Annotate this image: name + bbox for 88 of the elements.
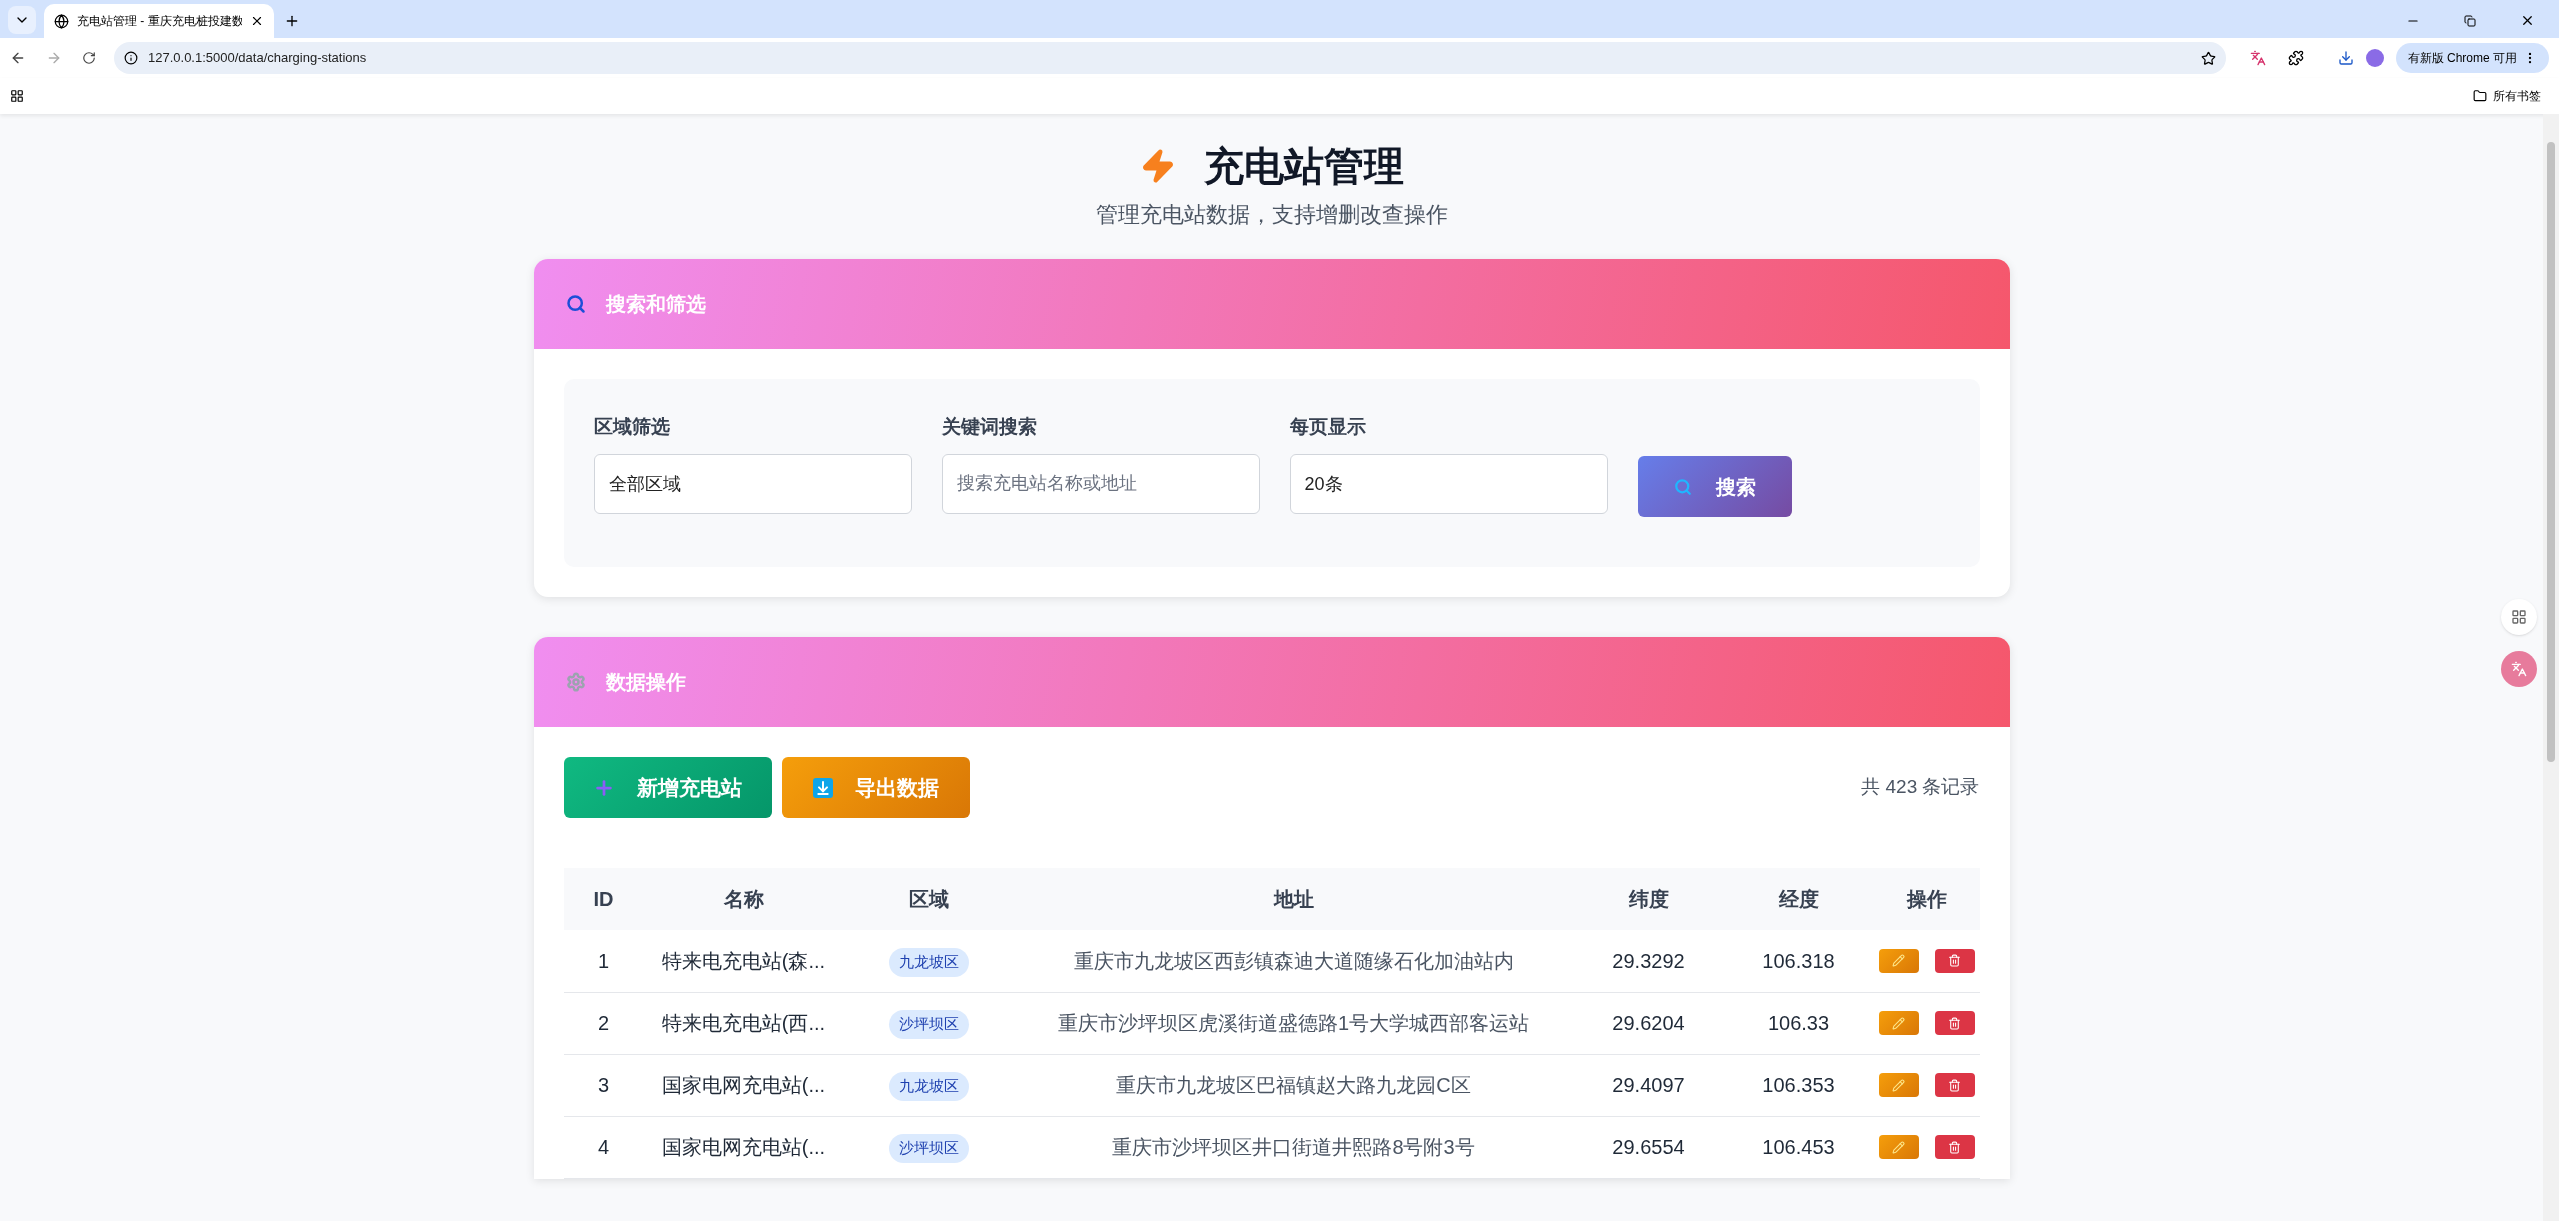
bookmarks-label[interactable]: 所有书签 bbox=[2493, 87, 2541, 105]
translate-extension-icon[interactable] bbox=[2249, 50, 2266, 66]
table-cell: 4 bbox=[563, 1116, 644, 1178]
district-tag: 九龙坡区 bbox=[888, 948, 969, 977]
page-title: 充电站管理 bbox=[1203, 143, 1404, 190]
table-cell: 1 bbox=[563, 930, 644, 992]
district-tag: 九龙坡区 bbox=[888, 1072, 969, 1101]
search-button[interactable]: 搜索 bbox=[1637, 456, 1792, 517]
column-header: 纬度 bbox=[1573, 868, 1724, 930]
field-label: 关键词搜索 bbox=[941, 415, 1038, 439]
scrollbar[interactable] bbox=[2543, 114, 2559, 1221]
globe-icon bbox=[54, 13, 69, 29]
column-header: 名称 bbox=[643, 868, 844, 930]
field-label: 每页显示 bbox=[1289, 415, 1367, 439]
table-cell: 3 bbox=[563, 1054, 644, 1116]
back-icon[interactable] bbox=[10, 50, 26, 66]
search-icon bbox=[565, 294, 586, 314]
trash-icon bbox=[1948, 954, 1961, 968]
delete-button[interactable] bbox=[1934, 1011, 1975, 1035]
settings-icon bbox=[565, 672, 586, 692]
table-cell: 29.3292 bbox=[1573, 930, 1724, 992]
table-cell: 29.6554 bbox=[1573, 1116, 1724, 1178]
pencil-icon bbox=[1892, 1078, 1905, 1092]
table-cell: 106.318 bbox=[1723, 930, 1874, 992]
update-chrome-button[interactable]: 有新版 Chrome 可用 bbox=[2395, 43, 2549, 73]
column-header: 操作 bbox=[1873, 868, 1980, 930]
table-cell: 特来电充电站(西... bbox=[643, 992, 844, 1054]
address-bar[interactable]: 127.0.0.1:5000/data/charging-stations bbox=[114, 42, 2226, 74]
tab-list-button[interactable] bbox=[8, 6, 36, 34]
table-cell: 重庆市沙坪坝区井口街道井熙路8号附3号 bbox=[1013, 1116, 1574, 1178]
edit-button[interactable] bbox=[1878, 1135, 1919, 1159]
new-tab-icon[interactable] bbox=[284, 13, 300, 29]
edit-button[interactable] bbox=[1878, 1011, 1919, 1035]
trash-icon bbox=[1948, 1078, 1961, 1092]
table-cell: 29.4097 bbox=[1573, 1054, 1724, 1116]
download-icon bbox=[812, 777, 833, 798]
table-cell: 特来电充电站(森... bbox=[643, 930, 844, 992]
restore-icon[interactable] bbox=[2464, 14, 2476, 27]
table-cell: 国家电网充电站(... bbox=[643, 1116, 844, 1178]
column-header: 经度 bbox=[1723, 868, 1874, 930]
extensions-icon[interactable] bbox=[2287, 50, 2304, 66]
input-field[interactable]: 20条 bbox=[1289, 453, 1608, 514]
table-cell: 29.6204 bbox=[1573, 992, 1724, 1054]
field-label: 区域筛选 bbox=[593, 415, 671, 439]
card-title: 搜索和筛选 bbox=[605, 292, 706, 317]
column-header: 区域 bbox=[843, 868, 1014, 930]
delete-button[interactable] bbox=[1934, 1073, 1975, 1097]
table-cell: 2 bbox=[563, 992, 644, 1054]
grid-icon bbox=[2511, 609, 2527, 625]
card-title: 数据操作 bbox=[605, 670, 686, 695]
district-tag: 沙坪坝区 bbox=[888, 1010, 969, 1039]
edit-button[interactable] bbox=[1878, 1073, 1919, 1097]
table-cell: 重庆市九龙坡区西彭镇森迪大道随缘石化加油站内 bbox=[1013, 930, 1574, 992]
profile-avatar[interactable] bbox=[2365, 49, 2384, 67]
pencil-icon bbox=[1892, 1016, 1905, 1030]
pencil-icon bbox=[1892, 954, 1905, 968]
table-cell: 106.33 bbox=[1723, 992, 1874, 1054]
delete-button[interactable] bbox=[1934, 948, 1975, 973]
side-translate-button[interactable] bbox=[2501, 651, 2537, 687]
delete-button[interactable] bbox=[1934, 1135, 1975, 1159]
download-icon[interactable] bbox=[2337, 50, 2354, 66]
pencil-icon bbox=[1892, 1140, 1905, 1154]
reload-icon[interactable] bbox=[82, 51, 96, 65]
page-subtitle: 管理充电站数据，支持增删改查操作 bbox=[1095, 201, 1448, 229]
table-cell: 重庆市九龙坡区巴福镇赵大路九龙园C区 bbox=[1013, 1054, 1574, 1116]
record-count: 共 423 条记录 bbox=[1861, 775, 1980, 800]
search-icon bbox=[1673, 477, 1692, 496]
table-cell: 国家电网充电站(... bbox=[643, 1054, 844, 1116]
folder-icon bbox=[2473, 89, 2487, 103]
bookmark-star-icon[interactable] bbox=[2200, 50, 2216, 66]
trash-icon bbox=[1948, 1016, 1961, 1030]
translate-icon bbox=[2511, 661, 2527, 677]
district-tag: 沙坪坝区 bbox=[888, 1134, 969, 1163]
edit-button[interactable] bbox=[1878, 948, 1919, 973]
apps-icon[interactable] bbox=[10, 89, 24, 103]
side-apps-button[interactable] bbox=[2501, 599, 2537, 635]
trash-icon bbox=[1948, 1140, 1961, 1154]
site-info-icon[interactable] bbox=[124, 51, 138, 65]
input-field[interactable]: 全部区域 bbox=[593, 453, 912, 514]
close-window-icon[interactable] bbox=[2520, 13, 2535, 28]
close-icon[interactable] bbox=[250, 14, 264, 28]
input-field[interactable]: 搜索充电站名称或地址 bbox=[941, 453, 1260, 514]
column-header: 地址 bbox=[1013, 868, 1574, 930]
table-cell: 重庆市沙坪坝区虎溪街道盛德路1号大学城西部客运站 bbox=[1013, 992, 1574, 1054]
column-header: ID bbox=[563, 868, 644, 930]
table-cell: 106.353 bbox=[1723, 1054, 1874, 1116]
table-cell: 106.453 bbox=[1723, 1116, 1874, 1178]
url-text: 127.0.0.1:5000/data/charging-stations bbox=[148, 49, 367, 68]
